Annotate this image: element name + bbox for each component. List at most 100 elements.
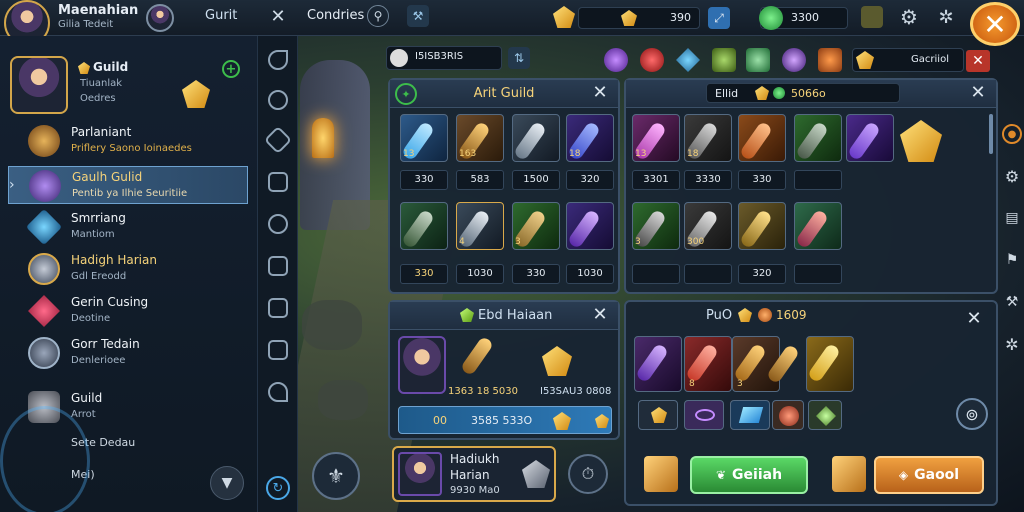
red-gem-icon[interactable] [640,48,664,72]
item-slot[interactable] [794,202,842,250]
sword-icon[interactable] [268,214,288,234]
tab-gurit[interactable]: Gurit [205,8,237,23]
close-icon[interactable]: ✕ [588,304,612,326]
close-icon[interactable]: ✕ [266,4,290,28]
add-icon[interactable]: + [222,60,240,78]
options-icon[interactable]: ✲ [1002,334,1022,354]
scrollbar[interactable] [989,114,993,154]
item-slot[interactable]: 3 [512,202,560,250]
close-screen-button[interactable]: ✕ [970,2,1020,46]
item-price [794,264,842,284]
refresh-icon[interactable]: ↻ [266,476,290,500]
chest-icon[interactable] [861,6,883,28]
gem-slot[interactable] [730,400,770,430]
panel-header: PuO 1609 ✕ [626,302,996,330]
item-price: 1030 [566,264,614,284]
purple-orb-icon[interactable] [782,48,806,72]
gem-slot[interactable] [638,400,678,430]
item-slot[interactable] [400,202,448,250]
settings-icon[interactable]: ⚙ [1002,166,1022,186]
green-scroll-icon[interactable] [746,48,770,72]
item-slot[interactable] [794,114,842,162]
tools-icon[interactable]: ⚒ [1002,292,1022,312]
sidebar-item-gorr-tedain[interactable]: Gorr Tedain Denlerioee [8,334,248,372]
star-icon[interactable] [263,125,293,155]
item-slot[interactable]: 300 [684,202,732,250]
item-slot[interactable]: 8 [684,336,732,392]
timer-icon[interactable]: ⏱ [568,454,608,494]
list-icon[interactable]: ▤ [1002,208,1022,228]
sidebar-item-smrriang[interactable]: Smrriang Mantiom [8,208,248,246]
sidebar-item-sublabel: Deotine [71,313,111,324]
scroll-icon[interactable] [268,256,288,276]
progress-bar[interactable]: 00 3585 533O [398,406,612,434]
locate-icon[interactable]: ⊚ [956,398,988,430]
chest-icon[interactable] [644,456,678,492]
item-price: 320 [566,170,614,190]
item-category-strip [604,46,842,74]
helmet-icon [28,253,60,285]
potion-icon[interactable] [604,48,628,72]
item-slot[interactable]: 13 [400,114,448,162]
close-icon[interactable]: ✕ [966,50,990,72]
book-icon[interactable] [268,340,288,360]
gear-icon[interactable]: ● [1002,124,1022,144]
gold-button[interactable]: ◈ Gaool [874,456,984,494]
sidebar-item-parlaniant[interactable]: Parlaniant Priflery Saono Ioinaedes [8,122,248,160]
item-slot[interactable]: 4 [456,202,504,250]
friend-avatar[interactable] [146,4,174,32]
filter-icon[interactable]: ⚒ [407,5,429,27]
map-pin-icon[interactable] [268,382,288,402]
blue-crystal-icon[interactable] [676,48,700,72]
item-slot[interactable] [738,202,786,250]
item-slot[interactable] [512,114,560,162]
chest-icon[interactable] [832,456,866,492]
gold-currency: 390 [578,7,700,29]
scroll-down-icon[interactable]: ▼ [210,466,244,500]
item-price: 3330 [684,170,732,190]
gem-slot[interactable] [772,400,804,430]
sidebar-item-label: Gorr Tedain [71,337,140,351]
gold-gem-icon [595,414,609,428]
sidebar-item-hadigh-harian[interactable]: Hadigh Harian Gdl Ereodd [8,250,248,288]
emblem-button[interactable]: ⚜ [312,452,360,500]
item-slot[interactable] [738,114,786,162]
item-slot[interactable]: 3 [632,202,680,250]
armor-icon[interactable] [268,298,288,318]
item-slot[interactable]: 13 [632,114,680,162]
shield-icon[interactable] [268,90,288,110]
add-gold-icon[interactable]: ⤢ [708,7,730,29]
item-slot[interactable]: 163 [456,114,504,162]
tab-condries[interactable]: Condries [307,8,364,23]
item-slot[interactable] [846,114,894,162]
arrow-icon[interactable] [268,50,288,70]
player-card[interactable]: Hadiukh Harian 9930 Ma0 [392,446,556,502]
close-icon[interactable]: ✕ [962,308,986,330]
confirm-button[interactable]: ❦ Geiiah [690,456,808,494]
green-amount: 3300 [791,11,819,24]
herb-icon[interactable] [712,48,736,72]
item-slot[interactable] [634,336,682,392]
search-icon[interactable]: ⚲ [367,5,389,27]
game-screen: Maenahian Gilia Tedeit Gurit ✕ Condries … [0,0,1024,512]
camera-icon[interactable] [268,172,288,192]
item-slot[interactable] [806,336,854,392]
gem-slot[interactable] [808,400,842,430]
gem-slot[interactable] [684,400,724,430]
close-icon[interactable]: ✕ [588,82,612,104]
flag-icon[interactable]: ⚑ [1002,250,1022,270]
item-slot[interactable]: 18 [566,114,614,162]
gear-icon[interactable]: ⚙ [897,5,921,29]
settings-cog-icon[interactable]: ✲ [934,5,958,29]
search-bar[interactable]: I5ISB3RIS [386,46,502,70]
fire-rune-icon[interactable] [818,48,842,72]
gold-ingot-icon[interactable] [900,120,942,162]
sort-icon[interactable]: ⇅ [508,47,530,69]
sidebar-item-gaulh-gulid[interactable]: › Gaulh Gulid Pentib ya Ilhie Seuritiie [8,166,248,204]
weapon-icon [459,335,495,377]
item-price: 320 [738,264,786,284]
sidebar-item-gerin-cusing[interactable]: Gerin Cusing Deotine [8,292,248,330]
close-icon[interactable]: ✕ [966,82,990,104]
item-slot[interactable] [566,202,614,250]
item-slot[interactable]: 18 [684,114,732,162]
